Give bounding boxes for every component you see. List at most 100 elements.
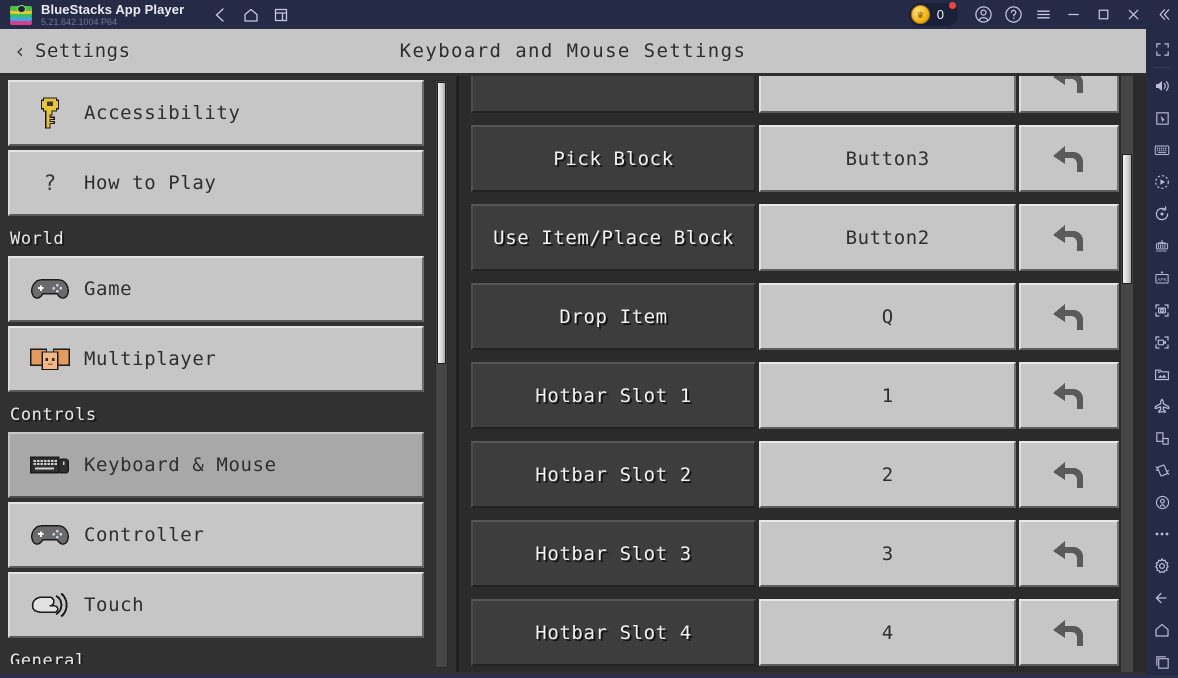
media-manager-icon[interactable]: [1146, 358, 1178, 390]
table-row: Use Item/Place Block Button2: [471, 200, 1120, 275]
coin-count: 0: [936, 7, 944, 22]
fullscreen-icon[interactable]: [1146, 33, 1178, 65]
sidebar-item-touch[interactable]: Touch: [8, 572, 424, 638]
table-row: Pick Block Button3: [471, 121, 1120, 196]
binding-key-button[interactable]: Button2: [759, 204, 1017, 271]
binding-key-button[interactable]: Button3: [759, 125, 1017, 192]
gamepad-icon: [22, 511, 78, 559]
maximize-icon[interactable]: [1088, 0, 1118, 29]
keyboard-mouse-icon: [22, 441, 78, 489]
binding-action-label: Hotbar Slot 1: [471, 362, 757, 429]
binding-key-button[interactable]: [759, 76, 1017, 113]
binding-reset-button[interactable]: [1019, 283, 1120, 350]
bindings-scrollbar-thumb[interactable]: [1122, 154, 1132, 284]
macro-icon[interactable]: [1146, 166, 1178, 198]
binding-key-button[interactable]: 2: [759, 441, 1017, 508]
bindings-scrollbar[interactable]: [1120, 76, 1134, 672]
back-icon[interactable]: [206, 0, 236, 29]
screenshot-icon[interactable]: [1146, 294, 1178, 326]
sidebar-item-multiplayer[interactable]: Multiplayer: [8, 326, 424, 392]
binding-action-label: Pick Block: [471, 125, 757, 192]
cursor-icon[interactable]: [1146, 102, 1178, 134]
binding-reset-button[interactable]: [1019, 441, 1120, 508]
binding-reset-button[interactable]: [1019, 204, 1120, 271]
location-icon[interactable]: [1146, 486, 1178, 518]
sidebar-item-game[interactable]: Game: [8, 256, 424, 322]
binding-key-button[interactable]: 4: [759, 599, 1017, 666]
settings-gear-icon[interactable]: [1146, 550, 1178, 582]
sidebar-item-keyboard-and-mouse[interactable]: Keyboard & Mouse: [8, 432, 424, 498]
table-row: Hotbar Slot 3 3: [471, 516, 1120, 591]
titlebar-right-group: ♛ 0: [908, 0, 1178, 29]
bluestacks-titlebar: BlueStacks App Player 5.21.642.1004 P64 …: [0, 0, 1178, 29]
chevron-left-icon: ‹: [14, 39, 27, 63]
sidebar-scrollbar-thumb[interactable]: [437, 82, 446, 364]
binding-action-label: Hotbar Slot 2: [471, 441, 757, 508]
coin-balance[interactable]: ♛ 0: [908, 2, 958, 26]
gamepad-icon: [22, 265, 78, 313]
sidebar-item-label: Multiplayer: [84, 348, 217, 370]
bluestacks-tool-sidebar: APK: [1146, 29, 1178, 675]
binding-reset-button[interactable]: [1019, 520, 1120, 587]
binding-key-button[interactable]: 3: [759, 520, 1017, 587]
sidebar-group-world: World: [10, 229, 65, 249]
binding-reset-button[interactable]: [1019, 125, 1120, 192]
table-row: Hotbar Slot 4 4: [471, 595, 1120, 670]
record-screen-icon[interactable]: [1146, 326, 1178, 358]
binding-action-label: [471, 76, 757, 113]
binding-reset-button[interactable]: [1019, 362, 1120, 429]
sidebar-item-label: Controller: [84, 524, 205, 546]
app-version: 5.21.642.1004 P64: [41, 16, 118, 27]
android-home-icon[interactable]: [1146, 614, 1178, 646]
multi-instance-icon[interactable]: [266, 0, 296, 29]
sidebar-item-controller[interactable]: Controller: [8, 502, 424, 568]
multiplayer-icon: [22, 335, 78, 383]
sidebar-item-label: Accessibility: [84, 102, 241, 124]
binding-key-button[interactable]: 1: [759, 362, 1017, 429]
volume-icon[interactable]: [1146, 70, 1178, 102]
settings-back-label: Settings: [35, 40, 131, 62]
settings-sidebar: Accessibility ? How to Play World Game M…: [0, 76, 459, 672]
install-apk-icon[interactable]: APK: [1146, 262, 1178, 294]
table-row: Hotbar Slot 1 1: [471, 358, 1120, 433]
app-name: BlueStacks App Player: [41, 1, 185, 17]
titlebar-nav-group: [206, 0, 296, 29]
table-row: Hotbar Slot 2 2: [471, 437, 1120, 512]
sidebar-scrollbar[interactable]: [435, 80, 448, 668]
sidebar-item-accessibility[interactable]: Accessibility: [8, 80, 424, 146]
notification-dot: [949, 2, 956, 9]
binding-reset-button[interactable]: [1019, 599, 1120, 666]
back-to-settings-button[interactable]: ‹ Settings: [14, 40, 131, 62]
bluestacks-logo-icon: [10, 4, 32, 25]
collapse-sidebar-icon[interactable]: [1148, 0, 1178, 29]
sidebar-group-controls: Controls: [10, 405, 97, 425]
binding-key-button[interactable]: Q: [759, 283, 1017, 350]
close-icon[interactable]: [1118, 0, 1148, 29]
keymapping-icon[interactable]: [1146, 134, 1178, 166]
minimize-icon[interactable]: [1058, 0, 1088, 29]
binding-action-label: Hotbar Slot 4: [471, 599, 757, 666]
table-row: [471, 76, 1120, 117]
help-icon[interactable]: [998, 0, 1028, 29]
more-icon[interactable]: [1146, 518, 1178, 550]
page-title: Keyboard and Mouse Settings: [399, 40, 747, 62]
binding-reset-button[interactable]: [1019, 76, 1120, 113]
account-icon[interactable]: [968, 0, 998, 29]
sidebar-item-label: Game: [84, 278, 133, 300]
home-icon[interactable]: [236, 0, 266, 29]
sidebar-item-how-to-play[interactable]: ? How to Play: [8, 150, 424, 216]
menu-icon[interactable]: [1028, 0, 1058, 29]
touch-icon: [22, 581, 78, 629]
rotate-screen-icon[interactable]: [1146, 422, 1178, 454]
sidebar-item-label: Keyboard & Mouse: [84, 454, 277, 476]
eco-mode-icon[interactable]: [1146, 390, 1178, 422]
settings-header: ‹ Settings Keyboard and Mouse Settings: [0, 29, 1146, 76]
android-recents-icon[interactable]: [1146, 646, 1178, 678]
question-icon: ?: [43, 171, 57, 195]
multi-instance-sync-icon[interactable]: [1146, 230, 1178, 262]
settings-body: Accessibility ? How to Play World Game M…: [0, 76, 1146, 672]
coin-icon: ♛: [910, 5, 930, 24]
rotate-icon[interactable]: [1146, 198, 1178, 230]
shake-icon[interactable]: [1146, 454, 1178, 486]
android-back-icon[interactable]: [1146, 582, 1178, 614]
